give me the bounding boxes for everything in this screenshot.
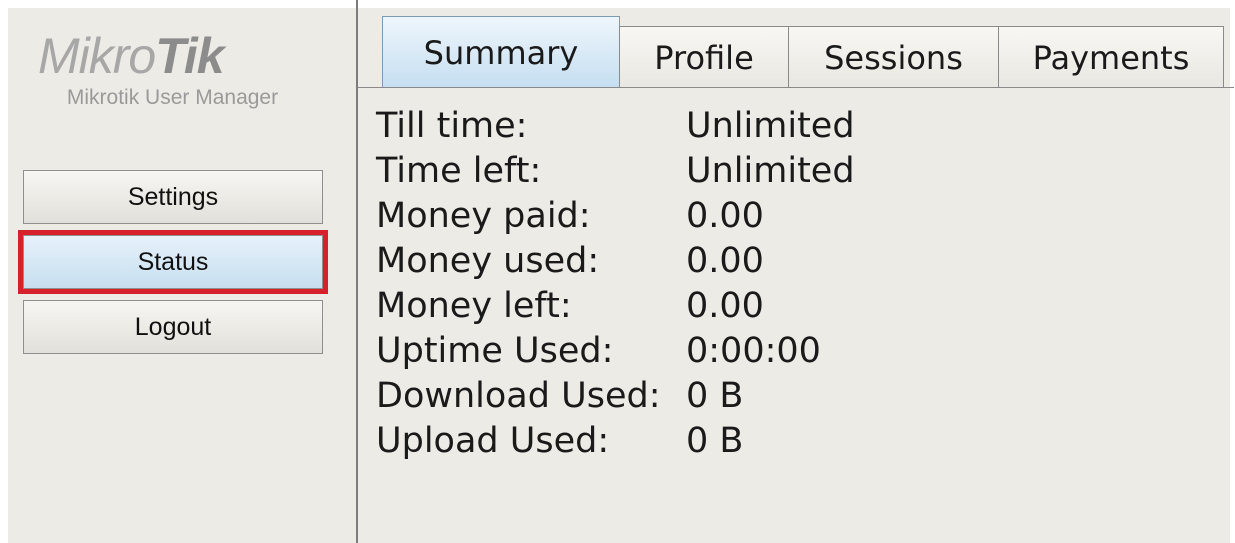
summary-key: Uptime Used: [376,331,614,371]
tab-profile[interactable]: Profile [619,26,789,88]
summary-value: 0 B [686,421,744,461]
sidebar-divider [356,0,358,543]
summary-row: Money paid: 0.00 [376,194,855,239]
summary-key: Money paid: [376,196,591,236]
tab-underline [358,87,1234,88]
summary-row: Uptime Used: 0:00:00 [376,329,855,374]
logo-text-mikro: Mikro [38,28,156,84]
summary-key: Money used: [376,241,600,281]
summary-row: Download Used: 0 B [376,374,855,419]
tab-bar: Summary Profile Sessions Payments [382,16,1224,88]
summary-row: Money used: 0.00 [376,239,855,284]
summary-key: Till time: [376,106,528,146]
summary-row: Till time: Unlimited [376,104,855,149]
tab-payments[interactable]: Payments [998,26,1224,88]
summary-key: Money left: [376,286,572,326]
summary-value: 0 B [686,376,744,416]
page-frame: MikroTik Mikrotik User Manager Settings … [0,0,1235,543]
tab-summary[interactable]: Summary [382,16,620,88]
summary-value: Unlimited [686,151,855,191]
mikrotik-logo: MikroTik [38,26,328,86]
summary-row: Time left: Unlimited [376,149,855,194]
logo-text-tik: Tik [155,28,224,84]
logout-button[interactable]: Logout [23,300,323,354]
summary-value: 0.00 [686,286,764,326]
sidebar: MikroTik Mikrotik User Manager Settings … [8,8,358,543]
summary-value: Unlimited [686,106,855,146]
summary-key: Download Used: [376,376,661,416]
settings-button[interactable]: Settings [23,170,323,224]
summary-value: 0.00 [686,196,764,236]
summary-value: 0.00 [686,241,764,281]
summary-row: Money left: 0.00 [376,284,855,329]
tab-sessions[interactable]: Sessions [788,26,999,88]
app-subtitle: Mikrotik User Manager [66,86,279,109]
summary-key: Time left: [376,151,542,191]
summary-key: Upload Used: [376,421,610,461]
summary-row: Upload Used: 0 B [376,419,855,464]
summary-value: 0:00:00 [686,331,821,371]
summary-info: Till time: Unlimited Time left: Unlimited … [376,104,855,464]
status-button[interactable]: Status [18,230,328,294]
